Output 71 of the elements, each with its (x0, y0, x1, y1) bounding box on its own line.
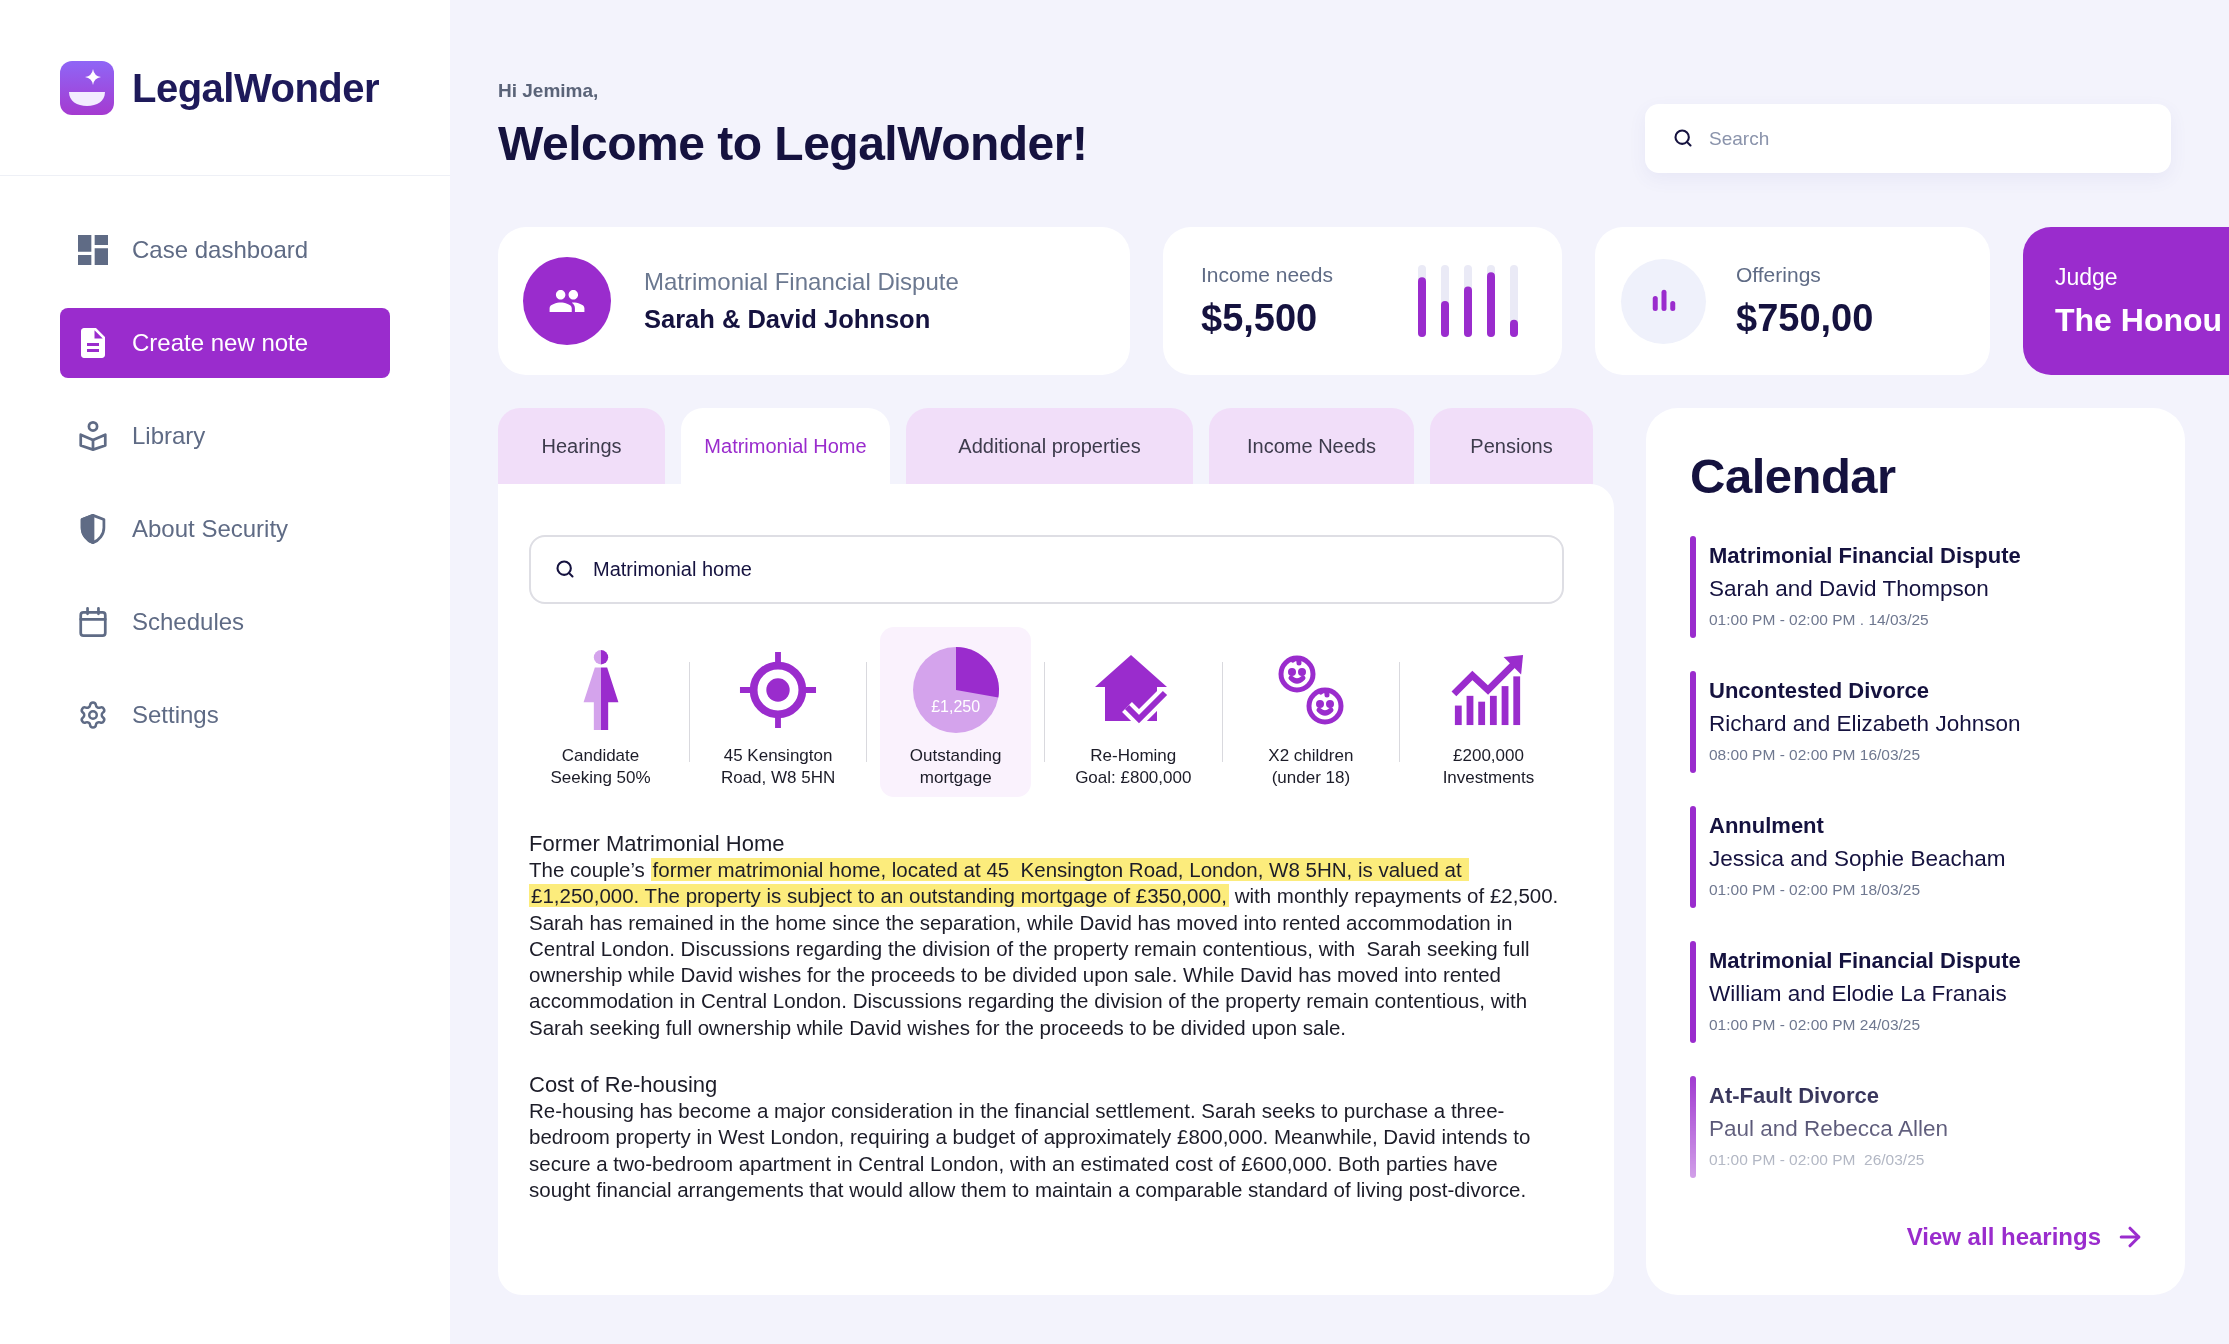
event-parties: William and Elodie La Franais (1709, 980, 2008, 1008)
income-label: Income needs (1201, 262, 1333, 288)
event-parties: Paul and Rebecca Allen (1709, 1115, 1948, 1143)
nav-item[interactable]: Case dashboard (60, 215, 390, 285)
event-time: 01:00 PM - 02:00 PM 24/03/25 (1709, 1015, 1922, 1035)
event-parties: Sarah and David Thompson (1709, 575, 1990, 603)
pie-chart-icon (912, 647, 999, 733)
summary-tile[interactable]: Candidate Seeking 50% (525, 627, 676, 797)
calendar-icon (78, 607, 108, 637)
tile-label: X2 children (under 18) (1268, 745, 1354, 789)
nav-item[interactable]: About Security (60, 494, 390, 564)
case-type-label: Matrimonial Financial Dispute (644, 267, 959, 297)
event-time: 08:00 PM - 02:00 PM 16/03/25 (1709, 745, 1922, 765)
judge-name: The Honou (2055, 301, 2224, 340)
tab[interactable]: Hearings (498, 408, 665, 484)
book-person-icon (78, 421, 108, 451)
tile-label: 45 Kensington Road, W8 5HN (720, 745, 836, 789)
note-icon (78, 328, 108, 358)
smiley-faces-icon (1276, 654, 1345, 726)
search-field[interactable]: Search (1645, 104, 2171, 173)
event-title: At-Fault Divorce (1709, 1082, 1880, 1110)
nav-item[interactable]: Create new note (60, 308, 390, 378)
nav-item[interactable]: Settings (60, 680, 390, 750)
summary-tile[interactable]: Re-Homing Goal: £800,000 (1057, 627, 1209, 797)
page-title: Welcome to LegalWonder! (498, 116, 1088, 172)
search-icon (555, 559, 575, 579)
settings-icon (78, 700, 108, 730)
event-title: Matrimonial Financial Dispute (1709, 947, 2021, 975)
judge-label: Judge (2055, 263, 2119, 292)
logo-text: LegalWonder (132, 67, 380, 108)
pie-value-label: £1,250 (931, 697, 981, 717)
panel-search-field[interactable]: Matrimonial home (529, 535, 1564, 604)
event-time: 01:00 PM - 02:00 PM 26/03/25 (1709, 1150, 1926, 1170)
event-title: Uncontested Divorce (1709, 677, 1931, 705)
event-parties: Richard and Elizabeth Johnson (1709, 710, 2021, 738)
logo-icon (60, 60, 114, 115)
growth-chart-icon (1451, 653, 1526, 727)
tab[interactable]: Pensions (1430, 408, 1593, 484)
tab[interactable]: Income Needs (1209, 408, 1414, 484)
tile-label: Re-Homing Goal: £800,000 (1075, 745, 1192, 789)
summary-tile[interactable]: X2 children (under 18) (1235, 627, 1387, 797)
section-heading: Former Matrimonial Home (529, 830, 786, 857)
view-all-link[interactable]: View all hearings (1906, 1219, 2145, 1255)
case-parties: Sarah & David Johnson (644, 304, 932, 335)
summary-tile[interactable]: 45 Kensington Road, W8 5HN (702, 627, 854, 797)
nav-item[interactable]: Library (60, 401, 390, 471)
tab[interactable]: Additional properties (906, 408, 1193, 484)
shield-icon (78, 514, 108, 544)
tile-label: Candidate Seeking 50% (550, 745, 651, 789)
event-parties: Jessica and Sophie Beacham (1709, 845, 2006, 873)
offerings-value: $750,00 (1736, 296, 1874, 341)
calendar-title: Calendar (1690, 448, 1897, 504)
target-icon (739, 651, 818, 729)
section-heading: Cost of Re-housing (529, 1071, 719, 1099)
tab[interactable]: Matrimonial Home (681, 408, 890, 484)
tile-label: Outstanding mortgage (909, 745, 1002, 789)
income-value: $5,500 (1201, 296, 1319, 341)
event-time: 01:00 PM - 02:00 PM 18/03/25 (1709, 880, 1922, 900)
search-icon (1673, 128, 1693, 148)
summary-tile[interactable]: £200,000 Investments (1412, 627, 1564, 797)
event-title: Matrimonial Financial Dispute (1709, 542, 2021, 570)
section-paragraph: Re-housing has become a major consideration in the financial settlement. Sarah seeks to purchase a three-bedroom property in West London, requiring a budget of approximately £800,000. Meanwhile, David intends to secure a two-bedroom apartment in Central London, with an estimated cost of £600,000. Both parties have sought financial arrangements that would allow them to maintain a comparable standard of living post-divorce. (529, 1098, 1532, 1203)
event-title: Annulment (1709, 812, 1825, 840)
event-time: 01:00 PM - 02:00 PM . 14/03/25 (1709, 610, 1930, 630)
tile-label: £200,000 Investments (1442, 745, 1535, 789)
section-paragraph: The couple’s former matrimonial home, located at 45 Kensington Road, London, W8 5HN, is valued at £1,250,000. The property is subject to an outstanding mortgage of £350,000, with monthly repayments of £2,500. Sarah has remained in the home since the separation, while David has moved into rented accommodation in Central London. Discussions regarding the division of the property remain contentious, with Sarah seeking full ownership while David wishes for the proceeds to be divided upon sale. While David has moved into rented accommodation in Central London. Discussions regarding the division of the property remain contentious, with Sarah seeking full ownership while David wishes for the proceeds to be divided upon sale. (529, 857, 1560, 1041)
dashboard-icon (78, 235, 108, 265)
offerings-label: Offerings (1736, 262, 1822, 288)
nav-item[interactable]: Schedules (60, 587, 390, 657)
summary-tile[interactable]: £1,250 Outstanding mortgage (880, 627, 1032, 797)
greeting-text: Hi Jemima, (498, 80, 600, 102)
